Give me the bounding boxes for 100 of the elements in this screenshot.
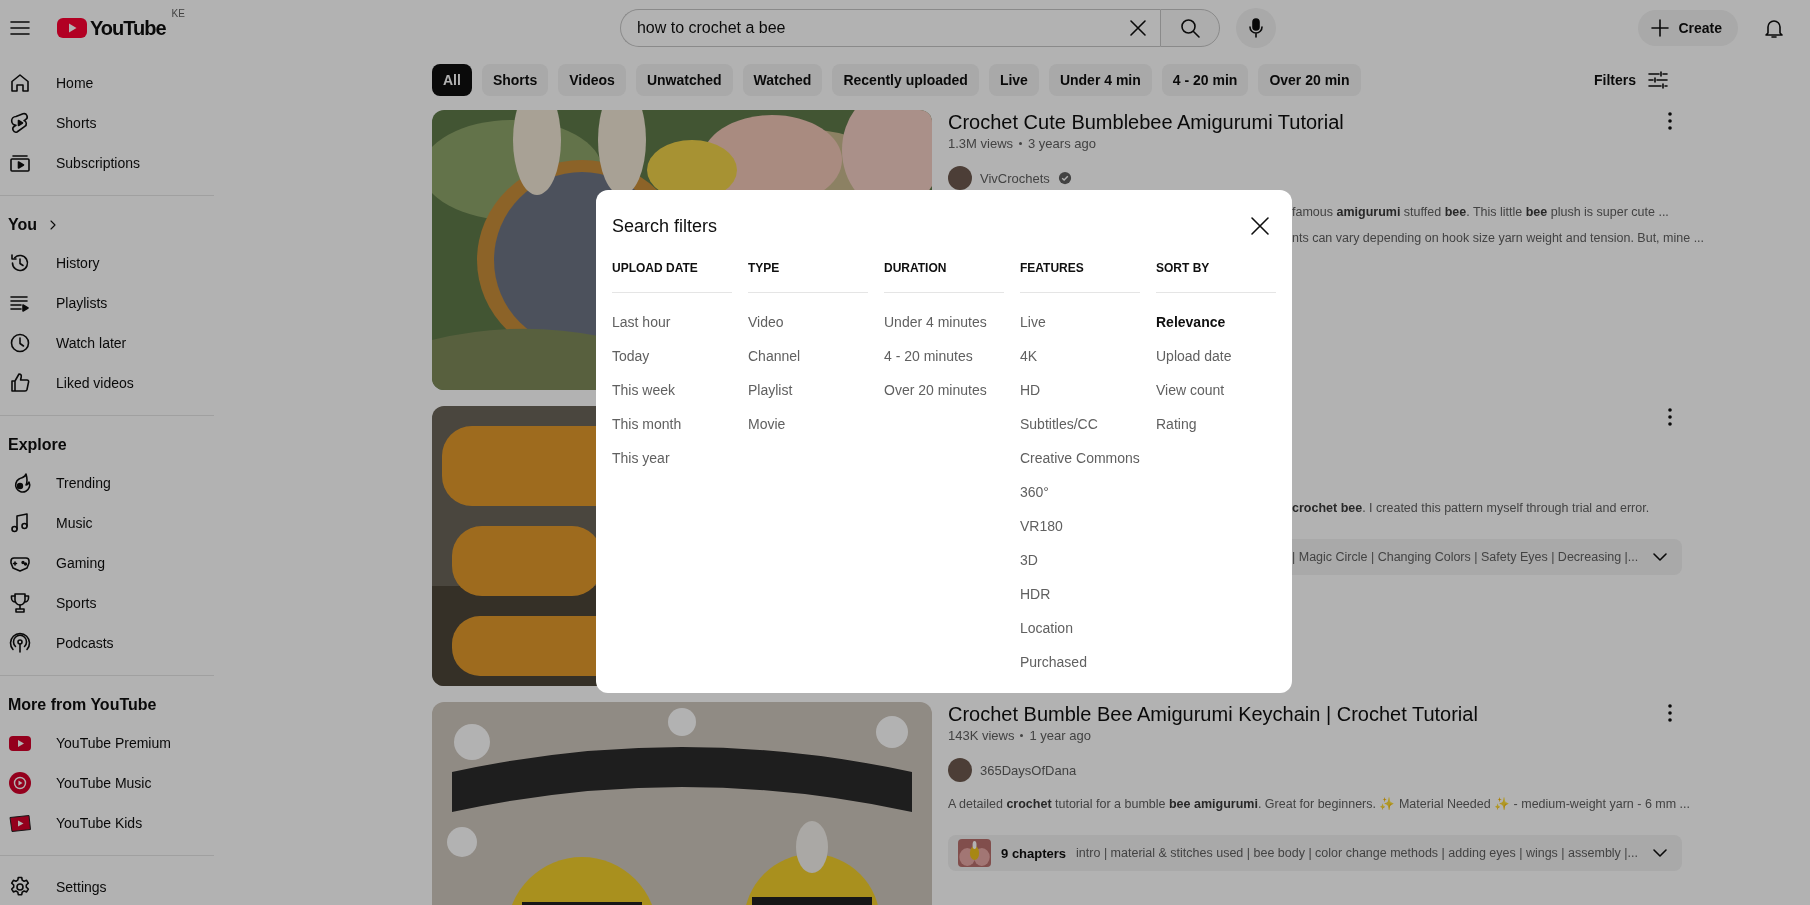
filter-option[interactable]: Under 4 minutes xyxy=(884,305,987,339)
filter-option[interactable]: HDR xyxy=(1020,577,1051,611)
sliders-icon xyxy=(1646,68,1670,92)
filter-option[interactable]: Creative Commons xyxy=(1020,441,1140,475)
sidebar-item[interactable]: Settings xyxy=(0,867,214,905)
search-field[interactable]: how to crochet a bee xyxy=(619,9,1160,47)
filter-chip[interactable]: Recently uploaded xyxy=(832,64,979,96)
logo-icon[interactable] xyxy=(56,16,88,40)
filters-button[interactable]: Filters xyxy=(1582,64,1682,96)
filter-chip[interactable]: All xyxy=(432,64,472,96)
view-count: 1.3M views xyxy=(948,135,1014,151)
section-heading: More from YouTube xyxy=(8,696,157,714)
video-description: famous amigurumi stuffed bee. This little bee plush is super cute ... xyxy=(1292,205,1669,219)
sidebar-item[interactable]: Podcasts xyxy=(0,623,214,663)
filter-option[interactable]: Video xyxy=(748,305,784,339)
more-icon[interactable] xyxy=(1668,408,1672,426)
filter-option[interactable]: Last hour xyxy=(612,305,671,339)
filter-group-heading: UPLOAD DATE xyxy=(612,254,732,293)
filter-chip[interactable]: Under 4 min xyxy=(1048,64,1152,96)
filter-option[interactable]: Location xyxy=(1020,611,1073,645)
view-count: 143K views xyxy=(948,727,1015,743)
filter-chip[interactable]: Watched xyxy=(742,64,823,96)
filter-chip[interactable]: Videos xyxy=(558,64,626,96)
video-description: nts can vary depending on hook size yarn weight and tension. But, mine ... xyxy=(1292,231,1705,245)
filter-option[interactable]: This month xyxy=(612,407,682,441)
channel-avatar[interactable] xyxy=(948,166,972,190)
filter-option[interactable]: View count xyxy=(1156,373,1225,407)
sidebar-item[interactable]: Music xyxy=(0,503,214,543)
filter-chip[interactable]: 4 - 20 min xyxy=(1161,64,1249,96)
filter-option[interactable]: Rating xyxy=(1156,407,1197,441)
separator-dot xyxy=(1019,141,1023,145)
upload-age: 1 year ago xyxy=(1029,727,1091,743)
upload-age: 3 years ago xyxy=(1028,135,1096,151)
sidebar-item[interactable]: Liked videos xyxy=(0,363,214,403)
filter-option[interactable]: Playlist xyxy=(748,373,793,407)
chapter-count: 9 chapters xyxy=(1001,845,1067,861)
search-button[interactable] xyxy=(1159,9,1220,47)
more-icon[interactable] xyxy=(1668,704,1672,722)
mic-button[interactable] xyxy=(1235,8,1276,48)
more-icon[interactable] xyxy=(1668,112,1672,130)
channel-name[interactable]: VivCrochets xyxy=(980,170,1050,186)
filter-option[interactable]: 4 - 20 minutes xyxy=(884,339,973,373)
sidebar-item[interactable]: Shorts xyxy=(0,103,214,143)
filter-chip[interactable]: Shorts xyxy=(481,64,549,96)
sidebar-item[interactable]: YouTube Kids xyxy=(0,803,214,843)
thumbs-up-icon xyxy=(8,371,32,395)
chapter-list: | Magic Circle | Changing Colors | Safety Eyes | Decreasing |... xyxy=(1292,550,1639,564)
filter-option[interactable]: Over 20 minutes xyxy=(884,373,987,407)
country-code: KE xyxy=(171,8,185,19)
chapter-list: intro | material & stitches used | bee body | color change methods | adding eyes | wings | assembly |... xyxy=(1076,846,1638,860)
filter-chip[interactable]: Live xyxy=(988,64,1039,96)
logo-text[interactable]: YouTube xyxy=(90,16,166,40)
channel-avatar[interactable] xyxy=(948,758,972,782)
filter-option[interactable]: 4K xyxy=(1020,339,1038,373)
filter-group-heading: DURATION xyxy=(884,254,1004,293)
chapters-bar[interactable]: 9 chapters intro | material & stitches used | bee body | color change methods | adding eyes | wings | assembly |... xyxy=(948,835,1682,871)
filter-option[interactable]: Today xyxy=(612,339,650,373)
sidebar-item[interactable]: Trending xyxy=(0,463,214,503)
separator-dot xyxy=(1020,733,1024,737)
create-button[interactable]: Create xyxy=(1638,10,1738,46)
sidebar-item[interactable]: History xyxy=(0,243,214,283)
close-button[interactable] xyxy=(1248,214,1272,238)
filter-option[interactable]: Relevance xyxy=(1156,305,1226,339)
clock-icon xyxy=(8,331,32,355)
sidebar-item[interactable]: Sports xyxy=(0,583,214,623)
dialog-title: Search filters xyxy=(612,215,718,237)
filter-chip[interactable]: Unwatched xyxy=(635,64,733,96)
podcast-icon xyxy=(8,631,32,655)
sidebar-item[interactable]: Home xyxy=(0,63,214,103)
filter-group-heading: SORT BY xyxy=(1156,254,1276,293)
sidebar-item[interactable]: Subscriptions xyxy=(0,143,214,183)
video-title[interactable]: Crochet Bumble Bee Amigurumi Keychain | Crochet Tutorial xyxy=(948,702,1668,726)
filter-option[interactable]: 3D xyxy=(1020,543,1038,577)
filter-option[interactable]: HD xyxy=(1020,373,1041,407)
sidebar-item[interactable]: Watch later xyxy=(0,323,214,363)
video-title[interactable]: Crochet Cute Bumblebee Amigurumi Tutorial xyxy=(948,110,1668,134)
filter-option[interactable]: Live xyxy=(1020,305,1046,339)
filter-option[interactable]: Movie xyxy=(748,407,786,441)
filter-option[interactable]: Upload date xyxy=(1156,339,1232,373)
filter-group-heading: TYPE xyxy=(748,254,868,293)
filter-option[interactable]: Purchased xyxy=(1020,645,1087,679)
sidebar-item[interactable]: Playlists xyxy=(0,283,214,323)
filter-option[interactable]: This week xyxy=(612,373,676,407)
video-description: crochet bee. I created this pattern myself through trial and error. xyxy=(1292,501,1650,515)
sidebar-item[interactable]: YouTube Premium xyxy=(0,723,214,763)
filter-option[interactable]: This year xyxy=(612,441,670,475)
filter-chip[interactable]: Over 20 min xyxy=(1258,64,1361,96)
video-description: A detailed crochet tutorial for a bumble bee amigurumi. Great for beginners. ✨ Material Needed ✨ - medium-weight yarn - 6 mm ... xyxy=(948,797,1691,811)
close-icon xyxy=(1248,214,1272,238)
sidebar-item[interactable]: YouTube Music xyxy=(0,763,214,803)
trophy-icon xyxy=(8,591,32,615)
filter-option[interactable]: Subtitles/CC xyxy=(1020,407,1098,441)
home-icon xyxy=(8,71,32,95)
section-heading: Explore xyxy=(8,436,67,454)
section-heading[interactable]: You xyxy=(8,216,38,234)
filter-option[interactable]: Channel xyxy=(748,339,801,373)
filter-option[interactable]: 360° xyxy=(1020,475,1049,509)
channel-name[interactable]: 365DaysOfDana xyxy=(980,762,1077,778)
settings-icon xyxy=(8,875,32,899)
sidebar-item[interactable]: Gaming xyxy=(0,543,214,583)
